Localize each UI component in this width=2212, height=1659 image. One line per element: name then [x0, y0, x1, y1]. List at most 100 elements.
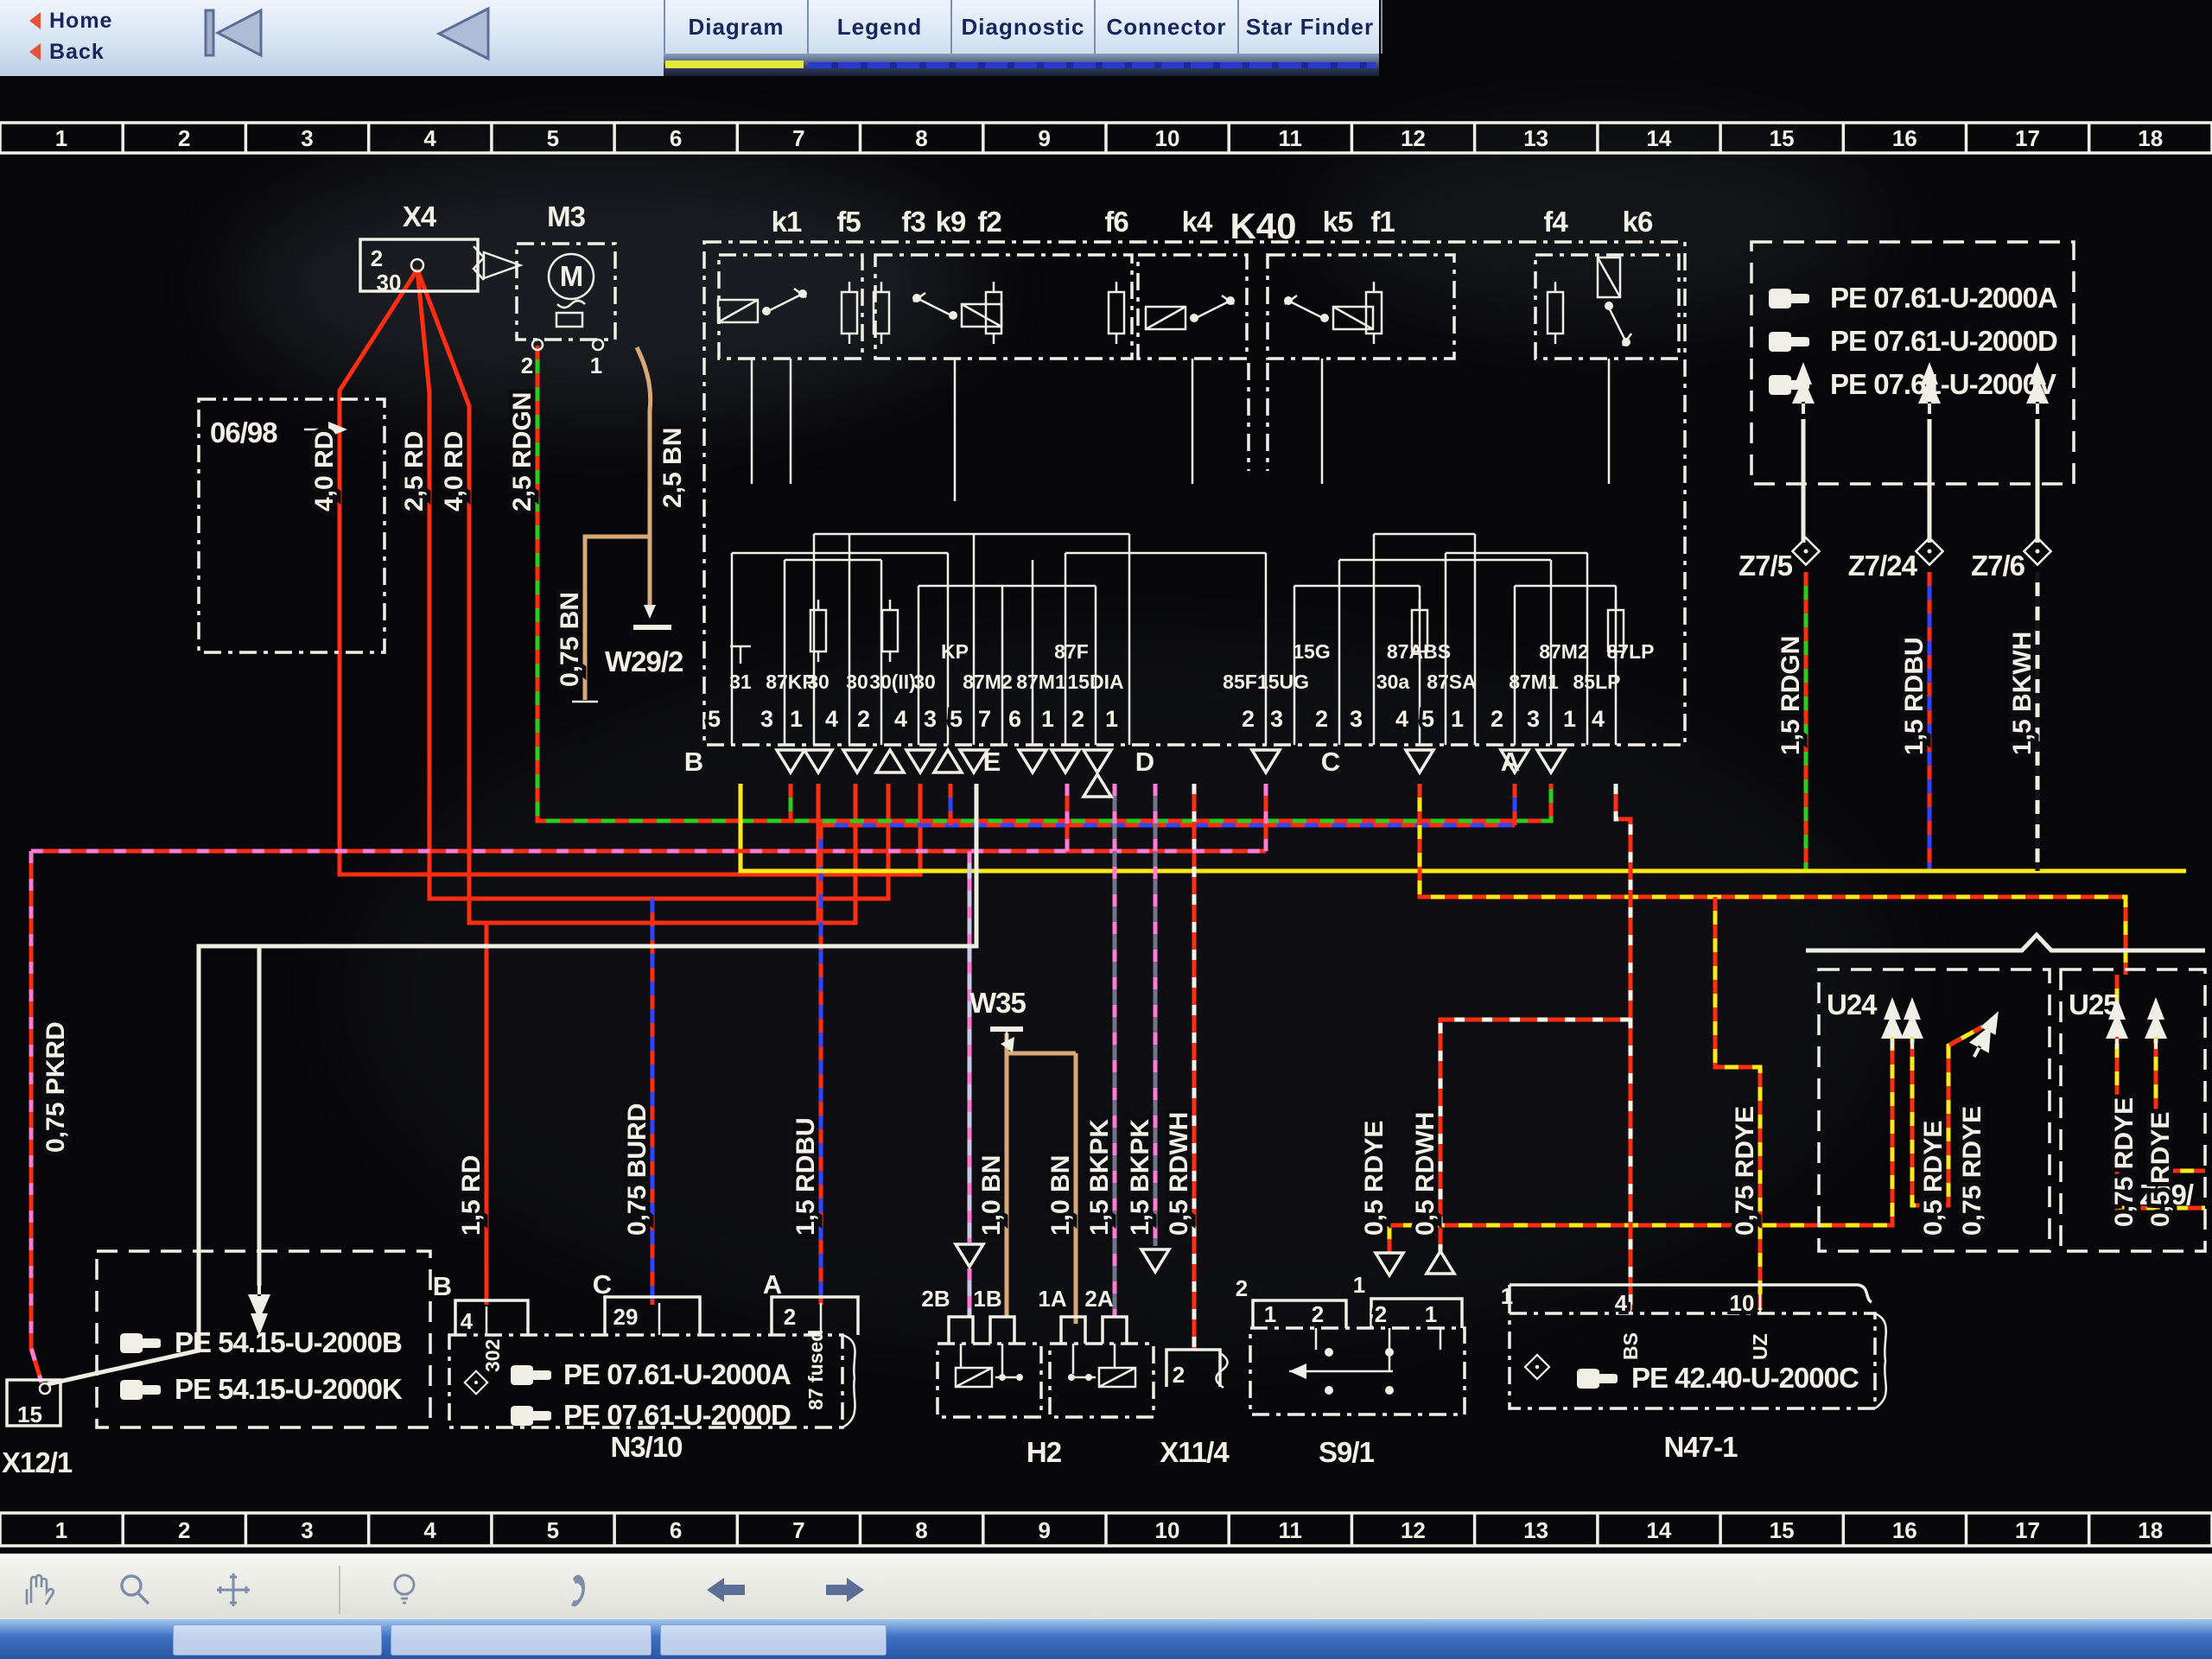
label-wire_labels-17: 0,5 RDWH — [1165, 1112, 1193, 1236]
skip-to-start-button[interactable] — [206, 10, 261, 55]
taskbar-window-3[interactable] — [660, 1624, 887, 1656]
label-ruler-numbers-11: 12 — [1401, 125, 1426, 151]
label-components-h2-label: H2 — [1027, 1436, 1062, 1468]
label-ruler-numbers-1: 2 — [178, 125, 190, 151]
label-components-m3-pins-0: 2 — [521, 353, 533, 378]
label-relay-pins-23: 4 — [1592, 706, 1605, 732]
label-relay-pins-9: 6 — [1008, 706, 1021, 732]
label-relay-terminals_lower-9: 85F — [1223, 671, 1257, 693]
label-wire_labels-6: 1,5 RDGN — [1777, 636, 1805, 755]
label-ruler-numbers-6: 7 — [792, 125, 804, 151]
label-relay-pins-20: 2 — [1491, 706, 1503, 732]
tab-connector[interactable]: Connector — [1094, 0, 1237, 54]
label-components-s9_1-outer_pins-0: 2 — [1236, 1275, 1248, 1301]
label-relay-terminals_upper-0: KP — [941, 640, 969, 663]
label-relay-pins-15: 2 — [1315, 706, 1328, 732]
label-relay-pins-6: 3 — [924, 706, 937, 732]
label-ruler-numbers-8: 9 — [1039, 125, 1051, 151]
label-relay-groups-5: f6 — [1104, 206, 1128, 238]
label-relay-terminals_lower-3: 30 — [846, 671, 868, 693]
label-wire_labels-14: 1,0 BN — [1046, 1155, 1075, 1236]
wiring-diagram-canvas[interactable]: X4230M3M2106/98W29/2W35Z7/5Z7/24Z7/6PE 0… — [0, 0, 2212, 1659]
label-ruler-numbers-10: 11 — [1278, 125, 1302, 151]
label-ruler-numbers-8: 9 — [1039, 1517, 1051, 1543]
label-ruler-numbers-16: 17 — [2015, 1517, 2040, 1543]
label-relay-groups-10: k6 — [1623, 206, 1653, 238]
label-relay-sections-1: E — [983, 747, 1001, 777]
label-ruler-numbers-12: 13 — [1523, 125, 1548, 151]
label-wire_labels-7: 1,5 RDBU — [1900, 637, 1929, 755]
label-ruler-numbers-3: 4 — [423, 125, 436, 151]
label-relay-terminals_lower-6: 87M2 — [963, 671, 1013, 693]
label-relay-sections-0: B — [684, 747, 703, 777]
label-ruler-numbers-16: 17 — [2015, 125, 2040, 151]
arrow-left-icon[interactable] — [702, 1567, 750, 1612]
taskbar-window-1[interactable] — [173, 1624, 382, 1656]
label-relay-terminals_lower-12: 87SA — [1427, 671, 1477, 693]
label-relay-terminals_upper-3: 87ABS — [1387, 640, 1451, 663]
bottom-toolbar — [0, 1554, 2212, 1623]
label-wire_labels-0: 4,0 RD — [310, 431, 339, 512]
label-ruler-numbers-12: 13 — [1523, 1517, 1548, 1543]
label-components-s9_1-inner_pins-3: 1 — [1425, 1301, 1437, 1327]
label-relay-groups-1: f5 — [836, 206, 861, 238]
arrow-right-icon[interactable] — [821, 1567, 869, 1612]
label-relay-pins-3: 4 — [825, 706, 838, 732]
tab-diagram[interactable]: Diagram — [664, 0, 807, 54]
lightbulb-icon[interactable] — [380, 1567, 429, 1612]
label-components-w29_2-label: W29/2 — [605, 645, 683, 677]
label-ruler-numbers-15: 16 — [1892, 1517, 1917, 1543]
label-relay-terminals_lower-8: 15DIA — [1067, 671, 1123, 693]
previous-page-button[interactable] — [439, 9, 488, 59]
label-relay-terminals_lower-13: 87M1 — [1509, 671, 1559, 693]
label-wire_labels-24: 0,5 RDYE — [2146, 1112, 2175, 1227]
tab-diagnostic[interactable]: Diagnostic — [950, 0, 1094, 54]
handset-icon[interactable] — [550, 1567, 598, 1612]
tab-star-finder[interactable]: Star Finder — [1237, 0, 1382, 54]
label-relay-terminals_lower-11: 30a — [1376, 671, 1410, 693]
tab-legend[interactable]: Legend — [807, 0, 950, 54]
label-components-z7-labels-0: Z7/5 — [1738, 550, 1793, 582]
active-tab-underline — [665, 60, 804, 68]
label-ruler-numbers-0: 1 — [55, 1517, 67, 1543]
home-button[interactable]: Home — [29, 5, 112, 36]
label-wire_labels-22: 0,75 RDYE — [1958, 1106, 1986, 1236]
taskbar-window-2[interactable] — [391, 1624, 652, 1656]
label-relay-pins-19: 1 — [1451, 706, 1464, 732]
label-relay-terminals_lower-2: 30 — [807, 671, 830, 693]
label-wire_labels-1: 2,5 RD — [400, 431, 429, 512]
label-components-s9_1-outer_pins-1: 1 — [1353, 1272, 1365, 1298]
crosshair-icon[interactable] — [209, 1567, 257, 1612]
rdye-arrow-5 — [2145, 997, 2167, 1049]
back-button[interactable]: Back — [29, 36, 112, 67]
label-relay-pins-10: 1 — [1041, 706, 1054, 732]
tab-legend-label: Legend — [837, 14, 922, 41]
label-ruler-numbers-9: 10 — [1155, 1517, 1180, 1543]
label-relay-pins-4: 2 — [857, 706, 870, 732]
pan-hand-icon[interactable] — [12, 1567, 60, 1612]
label-components-u24-label: U24 — [1827, 988, 1878, 1020]
label-relay-pins-8: 7 — [978, 706, 991, 732]
label-wire_labels-15: 1,5 BKPK — [1085, 1119, 1114, 1236]
label-ruler-numbers-7: 8 — [915, 1517, 927, 1543]
label-relay-terminals_lower-0: 31 — [729, 671, 752, 693]
label-ruler-numbers-14: 15 — [1770, 125, 1795, 151]
label-components-h2-pins-0: 2B — [921, 1286, 950, 1312]
label-ruler-numbers-17: 18 — [2138, 125, 2163, 151]
label-components-m3-label: M3 — [547, 200, 585, 232]
label-relay-pins-12: 1 — [1105, 706, 1118, 732]
label-relay-terminals_upper-5: 87LP — [1607, 640, 1655, 663]
label-relay-groups-9: f4 — [1543, 206, 1568, 238]
label-wire_labels-16: 1,5 BKPK — [1126, 1119, 1154, 1236]
label-components-x4-label: X4 — [403, 200, 437, 232]
label-components-n47_1-pin_names-1: UZ — [1749, 1333, 1771, 1360]
label-relay-pins-11: 2 — [1071, 706, 1084, 732]
label-relay-pins-14: 3 — [1270, 706, 1283, 732]
zoom-magnifier-icon[interactable] — [111, 1567, 159, 1612]
label-pe_references-top_right-2: PE 07.61-U-2000V — [1830, 368, 2056, 400]
label-relay-sections-3: C — [1321, 747, 1340, 777]
label-wire_labels-3: 2,5 RDGN — [508, 392, 537, 512]
label-relay-pins-21: 3 — [1527, 706, 1540, 732]
label-components-u25-label: U25 — [2069, 988, 2119, 1020]
label-components-x12_1-pin: 15 — [17, 1402, 42, 1427]
